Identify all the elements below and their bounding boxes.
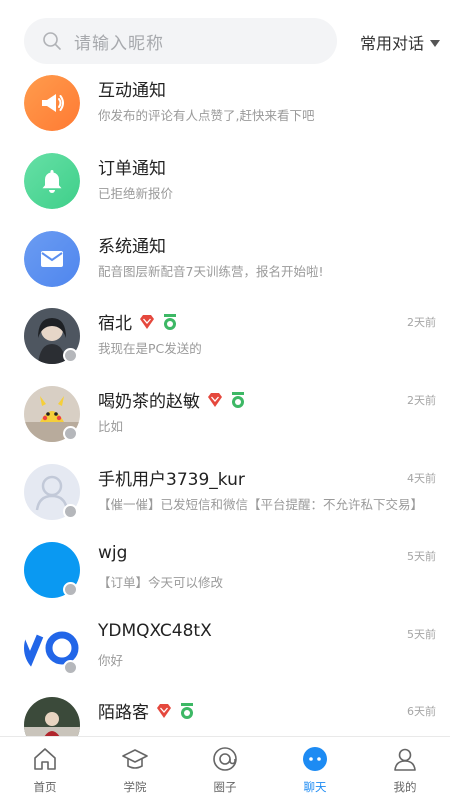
tab-circle[interactable]: 圈子 — [180, 737, 270, 800]
vip-diamond-icon — [208, 392, 222, 407]
tab-label: 首页 — [33, 780, 57, 794]
search-bar[interactable]: 请输入昵称 — [24, 18, 337, 64]
search-icon — [43, 32, 61, 50]
conversation-filter-label: 常用对话 — [359, 34, 424, 53]
notice-preview: 配音图层新配音7天训练营，报名开始啦! — [98, 263, 324, 279]
medal-icon — [164, 313, 176, 330]
chat-item[interactable]: wjg 【订单】今天可以修改 5天前 — [0, 529, 450, 607]
status-dot — [63, 659, 78, 675]
chat-item[interactable]: 陌路客 6天前 — [0, 684, 450, 736]
notice-item-interaction[interactable]: 互动通知 你发布的评论有人点赞了,赶快来看下吧 — [0, 72, 450, 140]
status-dot — [63, 581, 78, 597]
tab-label: 学院 — [123, 780, 147, 794]
chat-bubble-icon — [303, 747, 327, 771]
chat-item[interactable]: 喝奶茶的赵敏 比如 2天前 — [0, 373, 450, 451]
chat-preview: 【催一催】已发短信和微信【平台提醒：不允许私下交易】 — [98, 496, 424, 512]
tab-home[interactable]: 首页 — [0, 737, 90, 800]
chat-name: 宿北 — [98, 309, 178, 334]
bottom-tab-bar: 首页 学院 圈子 聊天 我的 — [0, 736, 450, 800]
notice-avatar — [24, 230, 80, 287]
chat-preview: 比如 — [98, 419, 124, 435]
notice-item-system[interactable]: 系统通知 配音图层新配音7天训练营，报名开始啦! — [0, 218, 450, 296]
at-circle-icon — [213, 747, 237, 771]
bell-icon — [42, 169, 62, 193]
status-dot — [63, 503, 78, 519]
home-icon — [34, 748, 56, 770]
avatar — [24, 697, 80, 736]
notice-avatar — [24, 152, 80, 209]
chat-name: 手机用户3739_kur — [98, 469, 245, 490]
chat-preview: 我现在是PC发送的 — [98, 341, 202, 357]
chat-preview: 你好 — [98, 652, 124, 668]
chat-item[interactable]: 手机用户3739_kur 【催一催】已发短信和微信【平台提醒：不允许私下交易】 … — [0, 451, 450, 529]
chat-item[interactable]: YDMQXC48tX 你好 5天前 — [0, 607, 450, 685]
chat-item[interactable]: 宿北 我现在是PC发送的 2天前 — [0, 295, 450, 373]
vip-diamond-icon — [140, 314, 154, 329]
tab-academy[interactable]: 学院 — [90, 737, 180, 800]
notice-title: 系统通知 — [98, 236, 166, 257]
status-dot — [63, 348, 78, 364]
status-dot — [63, 426, 78, 442]
chat-time: 5天前 — [407, 549, 436, 563]
header: 请输入昵称 常用对话 — [0, 0, 450, 72]
caret-down-icon — [430, 39, 440, 47]
graduation-cap-icon — [122, 749, 148, 769]
tab-label: 圈子 — [213, 780, 237, 794]
tab-chat[interactable]: 聊天 — [270, 737, 360, 800]
tab-me[interactable]: 我的 — [360, 737, 450, 800]
notice-preview: 已拒绝新报价 — [98, 185, 174, 201]
notice-item-order[interactable]: 订单通知 已拒绝新报价 — [0, 140, 450, 218]
notice-title: 订单通知 — [98, 158, 166, 179]
chat-time: 6天前 — [407, 705, 436, 719]
conversation-filter-dropdown[interactable]: 常用对话 — [360, 30, 440, 54]
medal-icon — [181, 702, 193, 719]
mail-icon — [41, 250, 63, 267]
chat-time: 2天前 — [407, 394, 436, 408]
chat-name: 喝奶茶的赵敏 — [98, 387, 246, 412]
tab-label: 聊天 — [303, 780, 327, 794]
chat-time: 4天前 — [407, 471, 436, 485]
notice-preview: 你发布的评论有人点赞了,赶快来看下吧 — [98, 108, 315, 123]
notice-title: 互动通知 — [98, 81, 166, 101]
notice-avatar — [24, 75, 80, 131]
chat-preview: 【订单】今天可以修改 — [98, 574, 224, 590]
vip-diamond-icon — [157, 703, 171, 718]
chat-time: 5天前 — [407, 627, 436, 641]
chat-name: 陌路客 — [98, 698, 195, 723]
chat-name: YDMQXC48tX — [98, 620, 212, 641]
search-input[interactable]: 请输入昵称 — [74, 29, 164, 54]
chat-name: wjg — [98, 542, 128, 563]
medal-icon — [232, 391, 244, 408]
user-icon — [394, 748, 416, 771]
megaphone-icon — [42, 94, 64, 112]
conversation-list[interactable]: 互动通知 你发布的评论有人点赞了,赶快来看下吧 订单通知 已拒绝新报价 系统通知 — [0, 72, 450, 736]
tab-label: 我的 — [393, 780, 417, 794]
chat-time: 2天前 — [407, 316, 436, 330]
